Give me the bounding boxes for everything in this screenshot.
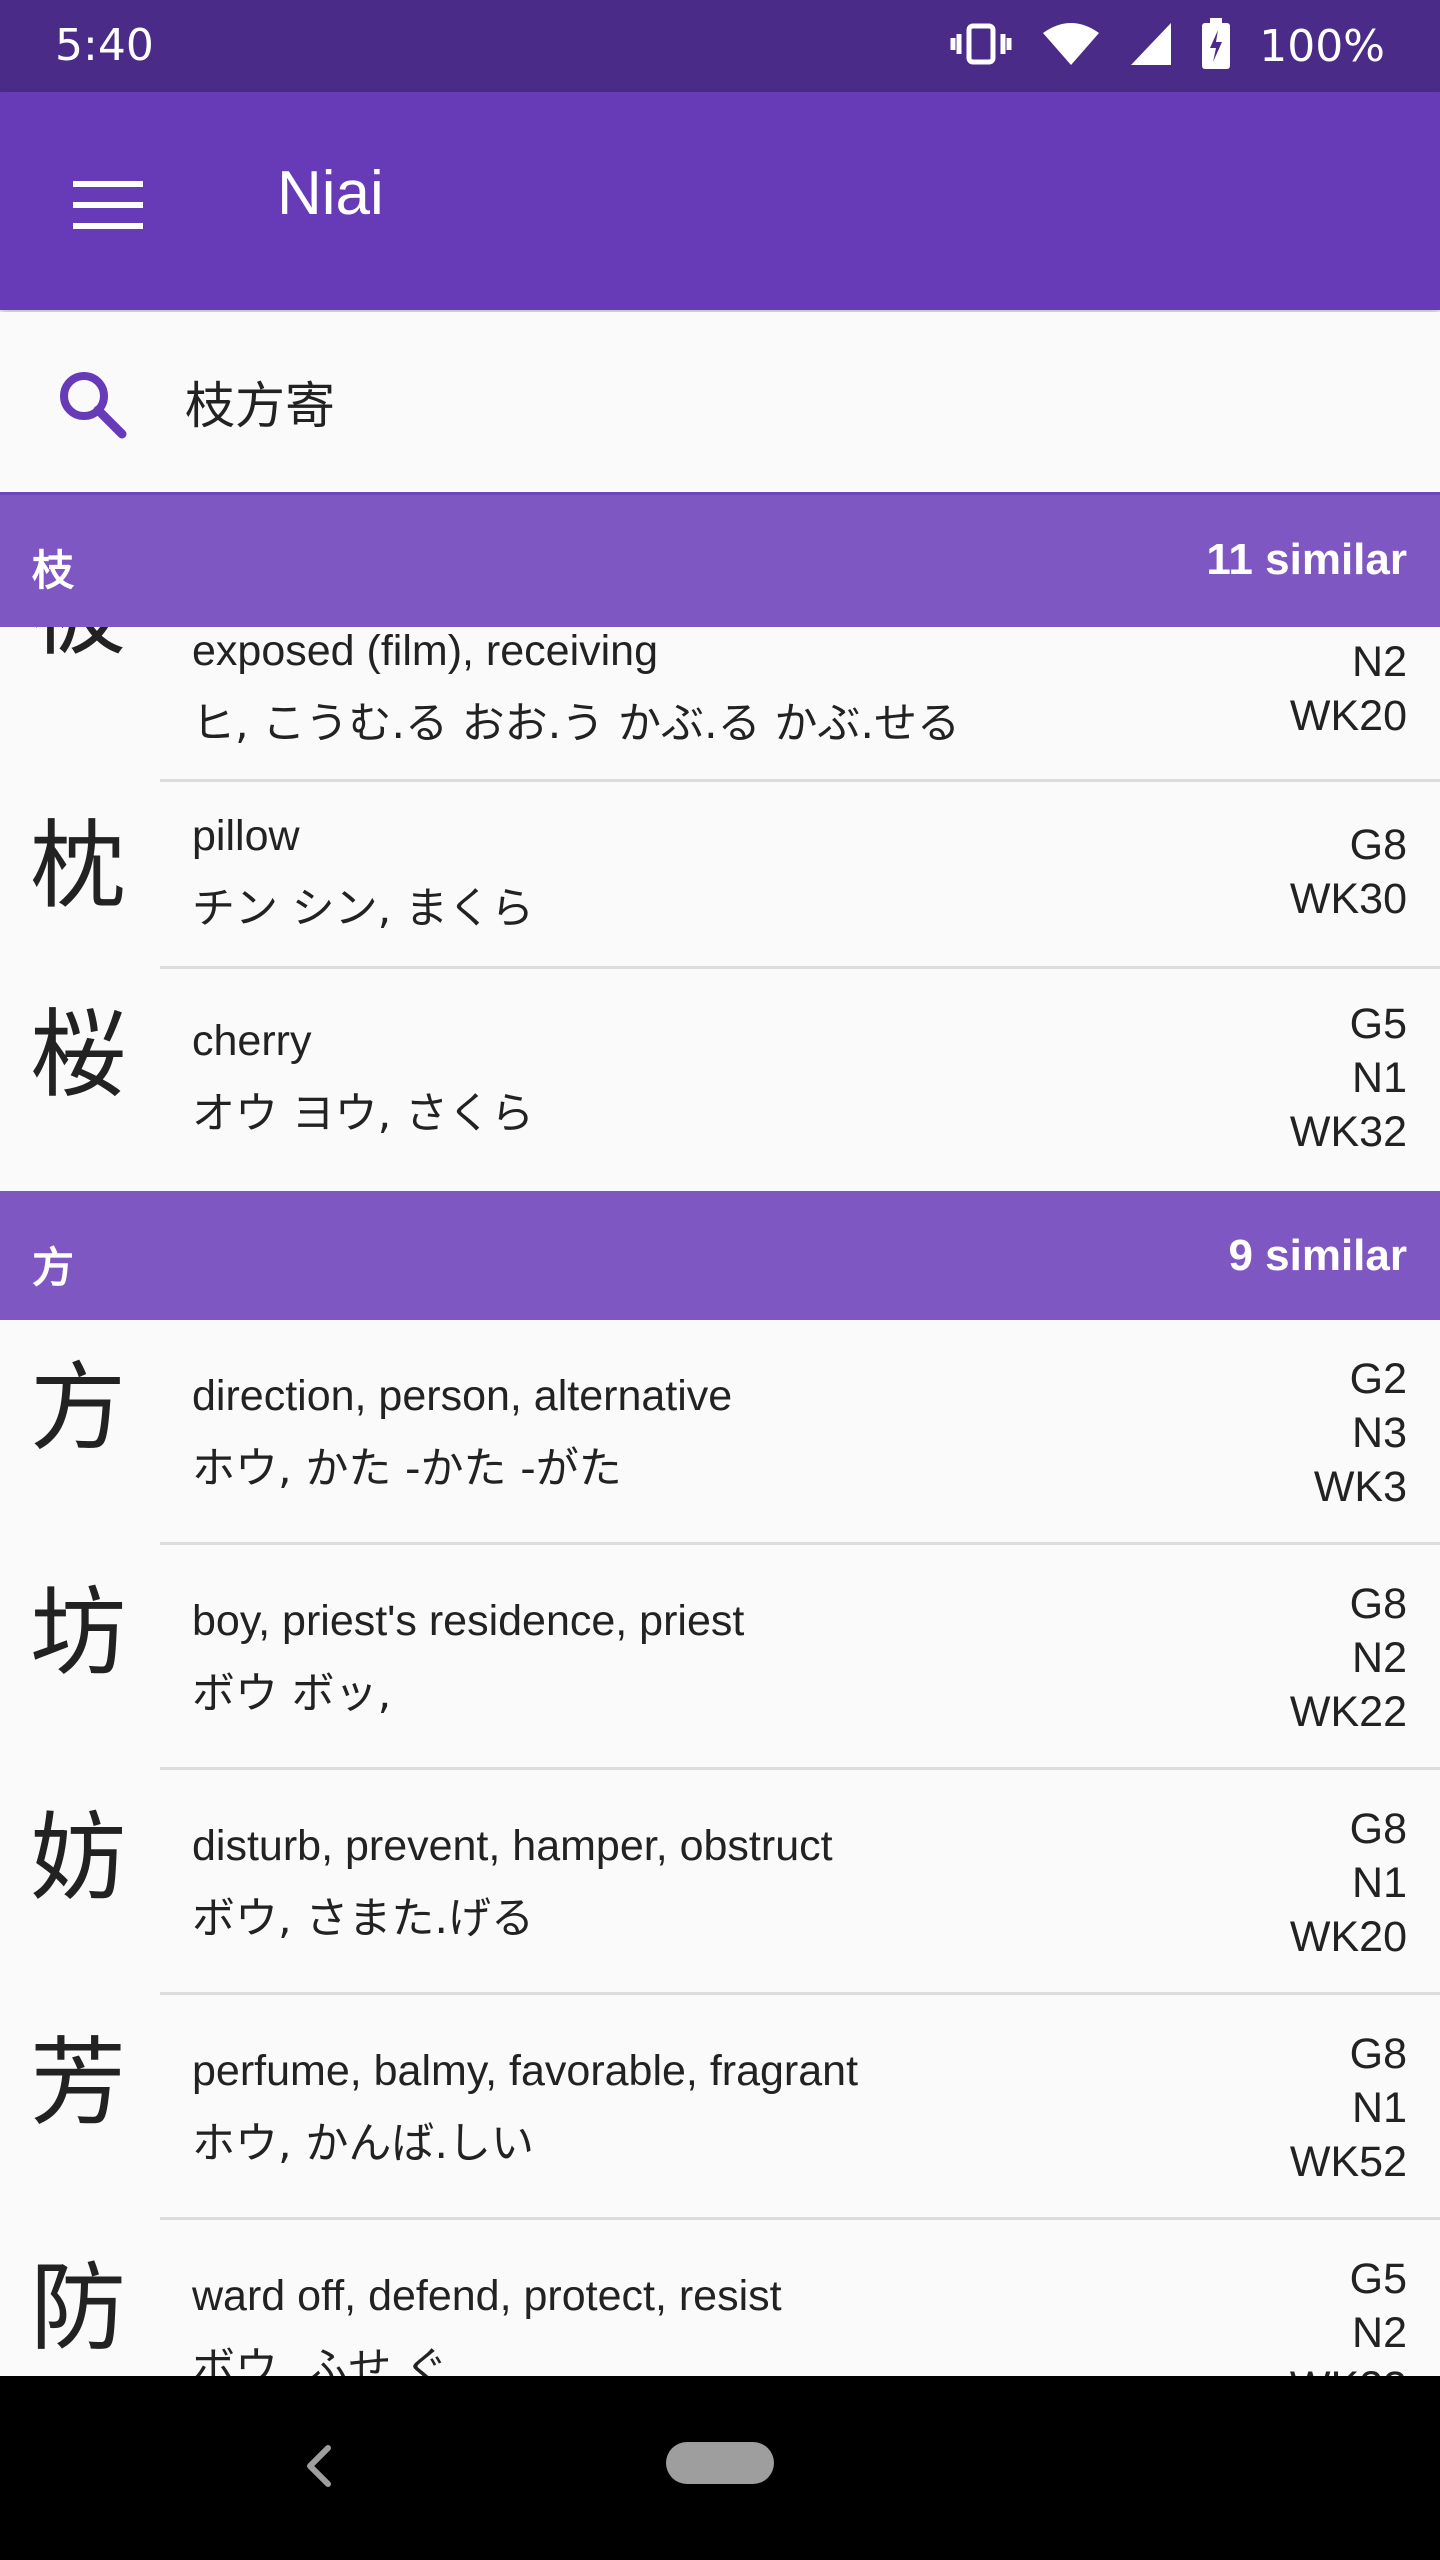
row-tags: G8 N1 WK20 (1290, 1802, 1407, 1964)
tag: WK32 (1289, 1108, 1407, 1156)
tag: G5 (1349, 1000, 1407, 1048)
row-tags: G5 N1 WK32 (1290, 997, 1407, 1159)
vibrate-icon (949, 20, 1013, 72)
row-kanji: 妨 (30, 1802, 126, 1914)
row-meaning: pillow (192, 812, 300, 860)
battery-percent: 100% (1259, 20, 1385, 72)
row-reading: ヒ, こうむ.る おお.う かぶ.る かぶ.せる (192, 699, 961, 749)
row-tags: G8 N2 WK22 (1290, 1577, 1407, 1739)
tag: N2 (1352, 2309, 1407, 2357)
row-reading: ボウ, さまた.げる (192, 1894, 535, 1944)
row-tags: N2 WK20 (1290, 635, 1407, 743)
tag: WK20 (1289, 1913, 1407, 1961)
tag: G8 (1349, 821, 1407, 869)
tag: N3 (1352, 1409, 1407, 1457)
battery-charging-icon (1201, 18, 1231, 74)
row-meaning: boy, priest's residence, priest (192, 1597, 745, 1645)
back-icon[interactable] (290, 2436, 350, 2496)
tag: WK30 (1289, 875, 1407, 923)
row-tags: G8 N1 WK52 (1290, 2027, 1407, 2189)
row-meaning: perfume, balmy, favorable, fragrant (192, 2047, 859, 2095)
app-title: Niai (277, 159, 384, 228)
tag: N2 (1352, 638, 1407, 686)
section-kanji: 枝 (32, 547, 75, 594)
row-meaning: cherry (192, 1017, 312, 1065)
row-kanji: 坊 (30, 1577, 126, 1689)
row-kanji: 芳 (30, 2027, 126, 2139)
cell-signal-icon (1129, 21, 1173, 71)
tag: WK20 (1289, 692, 1407, 740)
row-reading: オウ ヨウ, さくら (192, 1089, 535, 1139)
row-meaning: direction, person, alternative (192, 1372, 733, 1420)
section-header-1: 枝 11 similar (0, 495, 1440, 627)
hamburger-menu-icon (73, 181, 143, 229)
row-meaning: disturb, prevent, hamper, obstruct (192, 1822, 833, 1870)
search-bar (0, 312, 1440, 495)
row-reading: ボウ, ふせ.ぐ (192, 2344, 449, 2376)
tag: N1 (1352, 1859, 1407, 1907)
tag: G8 (1349, 2030, 1407, 2078)
tag: WK52 (1289, 2138, 1407, 2186)
tag: G2 (1349, 1355, 1407, 1403)
row-kanji: 方 (30, 1352, 126, 1464)
row-kanji: 枕 (30, 810, 126, 922)
app-bar: Niai (0, 92, 1440, 310)
row-tags: G2 N3 WK3 (1314, 1352, 1407, 1514)
system-nav-bar (0, 2376, 1440, 2560)
wifi-icon (1041, 21, 1101, 71)
status-bar: 5:40 100% (0, 0, 1440, 92)
list-item[interactable]: 坊 boy, priest's residence, priest ボウ ボッ,… (0, 1545, 1440, 1767)
tag: G8 (1349, 1805, 1407, 1853)
section-header-2: 方 9 similar (0, 1191, 1440, 1320)
similar-count: 11 similar (1206, 535, 1407, 584)
tag: N2 (1352, 1634, 1407, 1682)
status-time: 5:40 (55, 20, 154, 71)
list-item[interactable]: 桜 cherry オウ ヨウ, さくら G5 N1 WK32 (0, 969, 1440, 1191)
row-reading: ホウ, かんば.しい (192, 2119, 535, 2169)
similar-count: 9 similar (1228, 1231, 1407, 1280)
status-icons: 100% (949, 14, 1385, 78)
tag: WK3 (1313, 1463, 1407, 1511)
tag: WK23 (1290, 2360, 1407, 2376)
tag: N1 (1352, 2084, 1407, 2132)
row-tags: G5 N2 WK23 (1290, 2252, 1407, 2376)
tag: G8 (1349, 1580, 1407, 1628)
row-reading: ボウ ボッ, (192, 1669, 392, 1719)
menu-button[interactable] (55, 152, 161, 258)
list-item[interactable]: 方 direction, person, alternative ホウ, かた … (0, 1320, 1440, 1542)
row-kanji: 桜 (30, 999, 126, 1111)
row-meaning: ward off, defend, protect, resist (192, 2272, 782, 2320)
row-reading: チン シン, まくら (192, 884, 535, 934)
row-tags: G8 WK30 (1290, 818, 1407, 926)
section-kanji: 方 (32, 1244, 75, 1291)
row-kanji: 防 (30, 2252, 126, 2364)
home-pill-button[interactable] (666, 2442, 774, 2484)
list-item[interactable]: 芳 perfume, balmy, favorable, fragrant ホウ… (0, 1995, 1440, 2217)
list-item[interactable]: 防 ward off, defend, protect, resist ボウ, … (0, 2220, 1440, 2376)
list-item[interactable]: 妨 disturb, prevent, hamper, obstruct ボウ,… (0, 1770, 1440, 1992)
row-reading: ホウ, かた -かた -がた (192, 1444, 622, 1494)
tag: G5 (1349, 2255, 1407, 2303)
tag: WK22 (1289, 1688, 1407, 1736)
list-item[interactable]: 枕 pillow チン シン, まくら G8 WK30 (0, 782, 1440, 968)
search-input[interactable] (185, 362, 1385, 442)
search-icon[interactable] (52, 364, 132, 444)
row-meaning: exposed (film), receiving (192, 627, 659, 675)
row-kanji: 被 (30, 627, 126, 661)
tag: N1 (1352, 1054, 1407, 1102)
list-item[interactable]: 被 exposed (film), receiving ヒ, こうむ.る おお.… (0, 627, 1440, 780)
